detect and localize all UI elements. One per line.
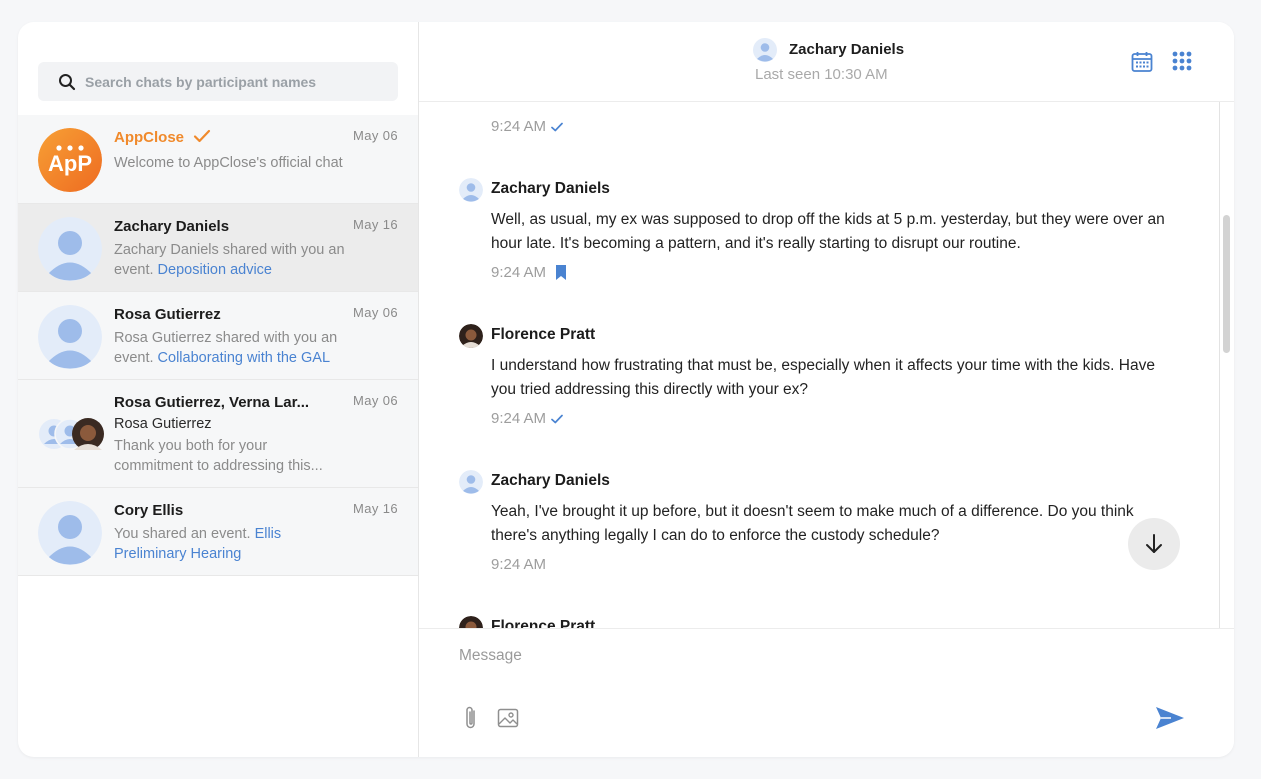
user-avatar-icon bbox=[38, 305, 102, 369]
chat-sidebar: ApP AppClose May 06 Welcome to AppClose'… bbox=[18, 22, 419, 757]
paperclip-icon[interactable] bbox=[463, 705, 479, 731]
message-input[interactable] bbox=[459, 647, 1119, 675]
event-link[interactable]: Collaborating with the GAL bbox=[158, 350, 331, 366]
search-box[interactable] bbox=[38, 62, 398, 101]
conversation-panel: Zachary Daniels Last seen 10:30 AM 9:24 … bbox=[419, 22, 1234, 757]
chat-name: Rosa Gutierrez bbox=[114, 306, 221, 323]
author-name: Zachary Daniels bbox=[491, 472, 610, 489]
search-icon bbox=[59, 73, 76, 90]
chat-item-rosa-gutierrez[interactable]: Rosa Gutierrez May 06 Rosa Gutierrez sha… bbox=[18, 292, 418, 380]
chat-name: AppClose bbox=[114, 129, 211, 146]
search-input[interactable] bbox=[85, 73, 385, 90]
calendar-icon[interactable] bbox=[1131, 51, 1153, 73]
message-time: 9:24 AM bbox=[491, 410, 1179, 427]
chat-item-group[interactable]: Rosa Gutierrez, Verna Lar... May 06 Rosa… bbox=[18, 380, 418, 488]
chat-preview: Thank you both for your commitment to ad… bbox=[114, 438, 323, 474]
chat-name: Rosa Gutierrez, Verna Lar... bbox=[114, 394, 310, 411]
user-avatar-icon bbox=[38, 217, 102, 281]
message: Florence Pratt bbox=[459, 616, 1179, 628]
message-time: 9:24 AM bbox=[491, 264, 1179, 281]
message-time: 9:24 AM bbox=[491, 118, 1179, 135]
check-icon bbox=[551, 414, 563, 423]
message-text: I understand how frustrating that must b… bbox=[491, 357, 1155, 398]
chat-item-cory-ellis[interactable]: Cory Ellis May 16 You shared an event. E… bbox=[18, 488, 418, 576]
profile-photo bbox=[459, 616, 483, 628]
verified-check-icon bbox=[194, 129, 211, 143]
message-text: Well, as usual, my ex was supposed to dr… bbox=[491, 211, 1165, 252]
user-avatar-icon bbox=[459, 178, 483, 202]
message-author: Zachary Daniels bbox=[459, 470, 1179, 494]
apps-grid-icon[interactable] bbox=[1172, 51, 1192, 71]
profile-photo bbox=[459, 324, 483, 348]
scrollbar-thumb[interactable] bbox=[1223, 215, 1230, 353]
conversation-title: Zachary Daniels bbox=[789, 41, 905, 58]
chat-date: May 16 bbox=[352, 501, 398, 516]
message-list[interactable]: 9:24 AM Zachary Daniels Well, as usual, … bbox=[419, 102, 1220, 628]
check-icon bbox=[551, 122, 563, 131]
image-icon[interactable] bbox=[497, 707, 519, 729]
appclose-logo: ApP bbox=[38, 128, 102, 192]
chat-sender: Rosa Gutierrez bbox=[114, 416, 212, 432]
scroll-to-bottom-button[interactable] bbox=[1128, 518, 1180, 570]
chat-item-appclose[interactable]: ApP AppClose May 06 Welcome to AppClose'… bbox=[18, 115, 418, 204]
author-name: Florence Pratt bbox=[491, 326, 596, 343]
chat-date: May 06 bbox=[352, 128, 398, 143]
chat-preview: Welcome to AppClose's official chat bbox=[114, 155, 343, 171]
author-name: Florence Pratt bbox=[491, 618, 596, 628]
bookmark-icon[interactable] bbox=[554, 264, 568, 281]
chat-date: May 06 bbox=[352, 393, 398, 408]
event-link[interactable]: Deposition advice bbox=[158, 262, 272, 278]
user-avatar-icon bbox=[459, 470, 483, 494]
message: Zachary Daniels Well, as usual, my ex wa… bbox=[459, 178, 1179, 281]
chat-date: May 16 bbox=[352, 217, 398, 232]
message: Zachary Daniels Yeah, I've brought it up… bbox=[459, 470, 1179, 573]
arrow-down-icon bbox=[1146, 534, 1162, 553]
user-avatar-icon bbox=[753, 38, 777, 62]
message: 9:24 AM bbox=[459, 118, 1179, 135]
message-time: 9:24 AM bbox=[491, 556, 547, 573]
author-name: Zachary Daniels bbox=[491, 180, 610, 197]
chat-item-zachary-daniels[interactable]: Zachary Daniels May 16 Zachary Daniels s… bbox=[18, 204, 418, 292]
chat-date: May 06 bbox=[352, 305, 398, 320]
svg-text:ApP: ApP bbox=[48, 151, 92, 176]
message-composer bbox=[419, 628, 1234, 757]
user-avatar-icon bbox=[38, 501, 102, 565]
group-avatar-icon bbox=[39, 418, 104, 450]
message-text: Yeah, I've brought it up before, but it … bbox=[491, 503, 1134, 544]
chat-name: Cory Ellis bbox=[114, 502, 184, 519]
chat-preview: Zachary Daniels shared with you an event… bbox=[114, 242, 345, 278]
last-seen-status: Last seen 10:30 AM bbox=[755, 66, 888, 83]
send-icon[interactable] bbox=[1155, 705, 1185, 731]
message: Florence Pratt I understand how frustrat… bbox=[459, 324, 1179, 427]
app-window: ApP AppClose May 06 Welcome to AppClose'… bbox=[18, 22, 1234, 757]
chat-list: ApP AppClose May 06 Welcome to AppClose'… bbox=[18, 115, 418, 576]
chat-name: Zachary Daniels bbox=[114, 218, 230, 235]
message-author: Zachary Daniels bbox=[459, 178, 1179, 202]
chat-preview: You shared an event. Ellis Preliminary H… bbox=[114, 526, 282, 562]
message-author: Florence Pratt bbox=[459, 616, 1179, 628]
message-author: Florence Pratt bbox=[459, 324, 1179, 348]
chat-preview: Rosa Gutierrez shared with you an event.… bbox=[114, 330, 338, 366]
chat-header: Zachary Daniels Last seen 10:30 AM bbox=[419, 22, 1234, 102]
